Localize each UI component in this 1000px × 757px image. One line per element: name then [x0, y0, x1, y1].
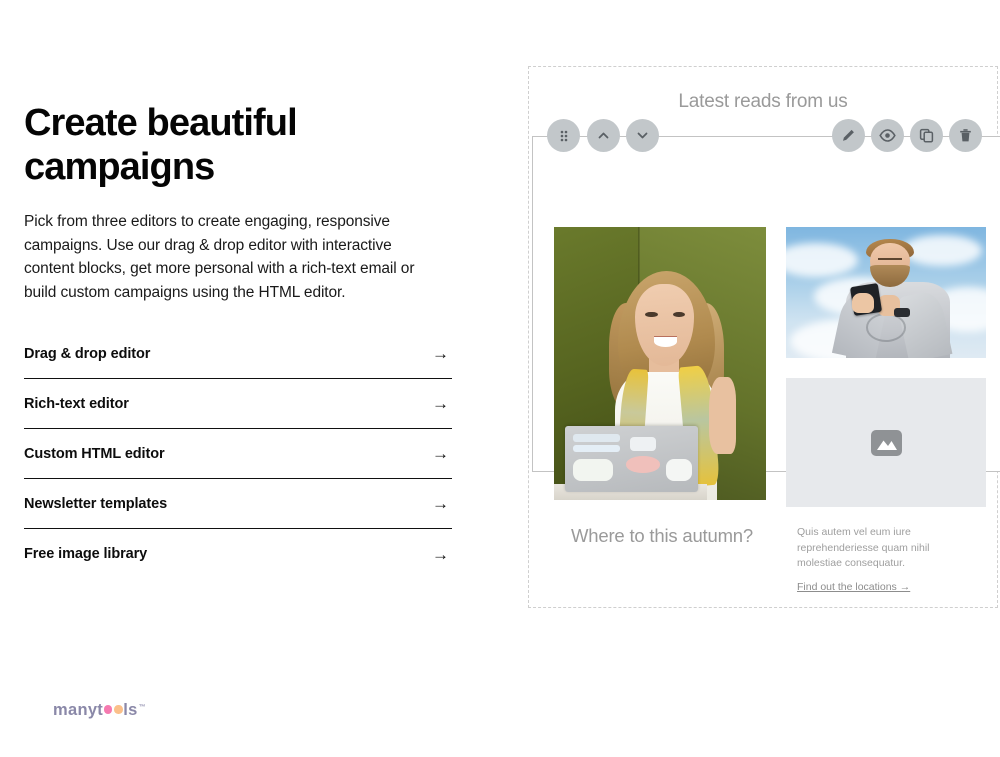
bottom-block-heading: Where to this autumn?	[571, 525, 753, 546]
list-item: Custom HTML editor →	[24, 429, 452, 479]
duplicate-copy-icon[interactable]	[910, 119, 943, 152]
feature-link-list: Drag & drop editor → Rich-text editor → …	[24, 329, 452, 579]
delete-trash-icon[interactable]	[949, 119, 982, 152]
link-label: Free image library	[24, 546, 148, 562]
logo-text-part-2: ls	[123, 700, 138, 719]
bottom-block-paragraph: Quis autem vel eum iure reprehenderiesse…	[797, 526, 930, 569]
link-free-image-library[interactable]: Free image library →	[24, 529, 452, 579]
photo-illustration	[554, 227, 766, 500]
laptop-sticker	[630, 437, 656, 451]
wristwatch	[894, 308, 910, 318]
man-with-phone-photo[interactable]	[786, 227, 986, 358]
chevron-down-icon[interactable]	[626, 119, 659, 152]
list-item: Drag & drop editor →	[24, 329, 452, 379]
arrow-right-icon: →	[432, 344, 449, 363]
arm-right	[708, 377, 737, 454]
link-label: Custom HTML editor	[24, 445, 165, 462]
list-item: Newsletter templates →	[24, 479, 452, 529]
arrow-right-icon: →	[432, 494, 449, 513]
page-title: Create beautiful campaigns	[24, 102, 298, 188]
trademark-symbol: ™	[138, 703, 146, 711]
hand-left	[852, 292, 874, 314]
laptop-sticker	[626, 456, 660, 473]
edit-pencil-icon[interactable]	[832, 119, 865, 152]
eyes	[878, 258, 902, 261]
laptop-sticker	[573, 434, 620, 442]
link-label: Drag & drop editor	[24, 345, 151, 362]
laptop-sticker	[573, 445, 620, 453]
link-newsletter-templates[interactable]: Newsletter templates →	[24, 479, 452, 529]
logo-wordmark: manyt ls ™	[53, 701, 146, 720]
image-placeholder-icon	[870, 429, 902, 456]
logo-text-part-1: manyt	[53, 700, 104, 719]
intro-paragraph: Pick from three editors to create engagi…	[24, 213, 415, 301]
link-label: Newsletter templates	[24, 495, 168, 512]
laptop-sticker	[666, 459, 692, 481]
laptop-sticker	[573, 459, 614, 481]
cloud	[902, 234, 982, 267]
logo-dot-peach-icon	[114, 705, 123, 714]
arrow-right-icon: →	[432, 444, 449, 463]
smile	[653, 336, 677, 348]
arrow-right-icon: →	[432, 544, 449, 564]
drag-handle-icon[interactable]	[547, 119, 580, 152]
email-builder-canvas: Latest reads from us Where to this autum…	[528, 66, 1000, 608]
link-rich-text-editor[interactable]: Rich-text editor →	[24, 379, 452, 429]
preview-eye-icon[interactable]	[871, 119, 904, 152]
logo-dot-pink-icon	[103, 705, 113, 714]
cloud	[786, 242, 858, 277]
builder-section-title: Latest reads from us	[678, 91, 848, 112]
list-item: Rich-text editor →	[24, 379, 452, 429]
selected-content-block[interactable]	[532, 136, 1000, 507]
photo-illustration	[786, 227, 986, 358]
find-out-the-locations-link[interactable]: Find out the locations →	[797, 581, 910, 593]
list-item: Free image library →	[24, 529, 452, 579]
woman-with-laptop-photo[interactable]	[554, 227, 766, 500]
marketing-copy-column: Create beautiful campaigns Pick from thr…	[24, 0, 476, 757]
link-label: Rich-text editor	[24, 395, 129, 412]
bottom-block-body: Quis autem vel eum iure reprehenderiesse…	[775, 487, 975, 595]
bottom-content-block[interactable]: Where to this autumn? Quis autem vel eum…	[529, 487, 999, 607]
chevron-up-icon[interactable]	[587, 119, 620, 152]
manytools-logo[interactable]: manyt ls ™	[53, 700, 146, 720]
link-drag-and-drop-editor[interactable]: Drag & drop editor →	[24, 329, 452, 379]
arrow-right-icon: →	[432, 394, 449, 413]
link-custom-html-editor[interactable]: Custom HTML editor →	[24, 429, 452, 479]
